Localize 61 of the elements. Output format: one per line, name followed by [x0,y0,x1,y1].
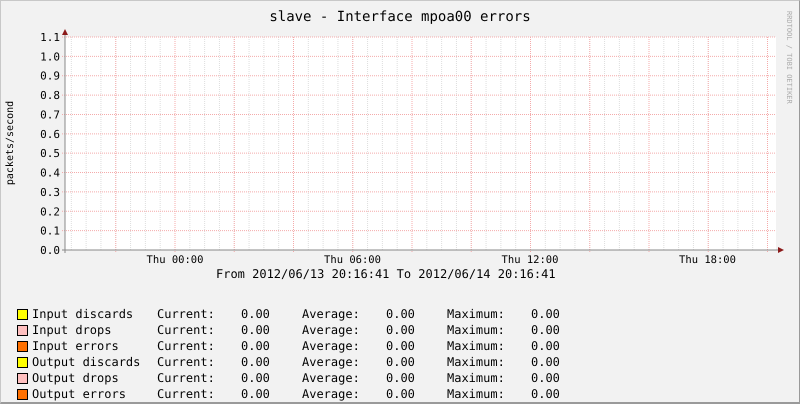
stat-value: 0.00 [531,370,561,386]
stat-label: Current: [157,322,216,338]
stat-value: 0.00 [241,322,271,338]
stat-value: 0.00 [386,370,416,386]
stat-label: Current: [157,306,216,322]
stat-label: Maximum: [447,354,506,370]
y-tick-label: 0.2 [40,205,60,218]
legend-label: Output drops [32,370,120,386]
y-tick-label: 0.3 [40,186,60,199]
stat-label: Average: [302,386,361,402]
legend-label: Input discards [32,306,134,322]
y-tick-label: 0.1 [40,224,60,238]
stat-value: 0.00 [531,322,561,338]
stat-label: Current: [157,370,216,386]
stat-value: 0.00 [531,354,561,370]
stat-label: Current: [157,354,216,370]
y-tick-label: 1.0 [40,50,60,64]
y-tick-label: 0.8 [40,89,60,102]
stat-value: 0.00 [386,306,416,322]
stat-label: Maximum: [447,386,506,402]
y-axis-label: packets/second [5,100,16,186]
stat-value: 0.00 [531,386,561,402]
stat-value: 0.00 [241,370,271,386]
stat-value: 0.00 [386,338,416,354]
x-tick-label: Thu 12:00 [502,254,558,266]
y-tick-label: 0.6 [40,128,60,141]
stat-value: 0.00 [386,386,416,402]
stat-label: Average: [302,370,361,386]
stat-value: 0.00 [241,338,271,354]
stat-label: Current: [157,386,216,402]
stat-value: 0.00 [386,354,416,370]
stat-label: Average: [302,322,361,338]
stat-value: 0.00 [241,386,271,402]
stat-value: 0.00 [241,306,271,322]
legend-label: Output errors [32,386,127,402]
stat-label: Maximum: [447,370,506,386]
stat-label: Average: [302,306,361,322]
stat-value: 0.00 [241,354,271,370]
legend-label: Input errors [32,338,120,354]
legend-label: Input drops [32,322,112,338]
legend-label: Output discards [32,354,142,370]
chart-title: slave - Interface mpoa00 errors [269,9,531,25]
stat-label: Maximum: [447,322,506,338]
y-tick-label: 1.1 [40,31,60,44]
stat-label: Current: [157,338,216,354]
y-tick-label: 0.5 [40,147,60,160]
stat-label: Average: [302,338,361,354]
y-tick-label: 0.7 [40,108,60,122]
stat-label: Maximum: [447,338,506,354]
y-tick-label: 0.0 [40,244,60,257]
stat-label: Maximum: [447,306,506,322]
x-tick-label: Thu 06:00 [324,254,381,266]
stat-value: 0.00 [531,338,561,354]
stat-label: Average: [302,354,361,370]
x-tick-label: Thu 18:00 [679,254,736,266]
x-tick-label: Thu 00:00 [146,254,204,266]
y-tick-label: 0.9 [40,70,60,83]
stat-value: 0.00 [386,322,416,338]
stat-value: 0.00 [531,306,561,322]
y-tick-label: 0.4 [40,166,60,180]
time-range-text: From 2012/06/13 20:16:41 To 2012/06/14 20:16:41 [215,267,557,281]
